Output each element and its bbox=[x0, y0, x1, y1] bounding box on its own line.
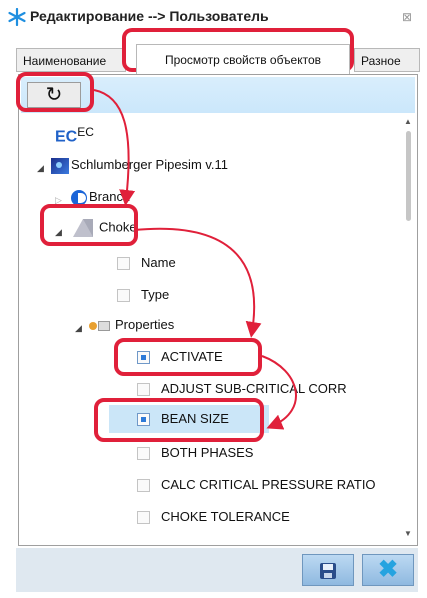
tab-object-properties[interactable]: Просмотр свойств объектов bbox=[136, 44, 350, 74]
type-checkbox[interactable] bbox=[117, 289, 130, 302]
tree-node-ec-label: EC bbox=[77, 125, 94, 139]
activate-checkbox[interactable] bbox=[137, 351, 150, 364]
refresh-icon: ↻ bbox=[45, 84, 63, 106]
cancel-button[interactable]: ✖ bbox=[362, 554, 414, 586]
ec-icon: EC bbox=[55, 128, 78, 146]
tree-node-ec[interactable]: ECEC bbox=[55, 125, 94, 146]
save-button[interactable] bbox=[302, 554, 354, 586]
expand-properties-icon[interactable]: ◢ bbox=[75, 323, 82, 334]
scroll-up-icon[interactable]: ▲ bbox=[404, 117, 412, 126]
properties-icon bbox=[89, 320, 113, 332]
name-checkbox[interactable] bbox=[117, 257, 130, 270]
property-adjust-sub-critical-corr-label: ADJUST SUB-CRITICAL CORR bbox=[161, 381, 347, 396]
adjust-sub-critical-corr-checkbox[interactable] bbox=[137, 383, 150, 396]
object-tree: ECEC ◢ Schlumberger Pipesim v.11 ▷ Branc… bbox=[21, 115, 399, 543]
app-snowflake-icon bbox=[8, 8, 26, 26]
tab-misc[interactable]: Разное bbox=[354, 48, 420, 72]
branch-icon bbox=[71, 189, 87, 206]
tree-node-pipesim[interactable]: Schlumberger Pipesim v.11 bbox=[51, 157, 228, 174]
tree-scrollbar[interactable]: ▲ ▼ bbox=[401, 115, 415, 543]
tab-naming[interactable]: Наименование bbox=[16, 48, 126, 72]
refresh-button[interactable]: ↻ bbox=[27, 82, 81, 108]
tree-node-pipesim-label: Schlumberger Pipesim v.11 bbox=[71, 157, 229, 172]
pipesim-icon bbox=[51, 157, 69, 174]
tree-node-type-label: Type bbox=[141, 287, 170, 302]
scroll-thumb[interactable] bbox=[406, 131, 411, 221]
property-choke-tolerance-label: CHOKE TOLERANCE bbox=[161, 509, 290, 524]
tree-node-name-label: Name bbox=[141, 255, 176, 270]
both-phases-checkbox[interactable] bbox=[137, 447, 150, 460]
tree-node-properties-label: Properties bbox=[115, 317, 175, 332]
panel-toolbar: ↻ bbox=[21, 77, 415, 113]
property-both-phases-label: BOTH PHASES bbox=[161, 445, 254, 460]
tree-node-branch-label: Branch bbox=[89, 189, 131, 204]
save-icon bbox=[320, 562, 336, 579]
choke-icon bbox=[73, 219, 93, 237]
property-bean-size-label: BEAN SIZE bbox=[161, 411, 229, 426]
expand-branch-icon[interactable]: ▷ bbox=[55, 195, 62, 206]
property-activate-label: ACTIVATE bbox=[161, 349, 223, 364]
properties-panel: ↻ ECEC ◢ Schlumberger Pipesim v.11 ▷ Bra… bbox=[18, 74, 418, 546]
window-title: Редактирование --> Пользователь bbox=[30, 8, 269, 24]
tab-strip: Наименование Просмотр свойств объектов Р… bbox=[16, 40, 420, 74]
bean-size-checkbox[interactable] bbox=[137, 413, 150, 426]
close-icon[interactable]: ⊠ bbox=[402, 10, 412, 24]
calc-critical-pressure-ratio-checkbox[interactable] bbox=[137, 479, 150, 492]
editor-window: Редактирование --> Пользователь ⊠ Наимен… bbox=[2, 2, 424, 596]
scroll-down-icon[interactable]: ▼ bbox=[404, 529, 412, 538]
choke-tolerance-checkbox[interactable] bbox=[137, 511, 150, 524]
expand-choke-icon[interactable]: ◢ bbox=[55, 227, 62, 238]
tree-node-choke[interactable]: Choke bbox=[73, 219, 137, 237]
dialog-footer: ✖ bbox=[16, 548, 418, 592]
tree-node-choke-label: Choke bbox=[99, 219, 137, 235]
title-bar: Редактирование --> Пользователь ⊠ bbox=[2, 2, 424, 32]
tree-node-branch[interactable]: Branch bbox=[71, 189, 130, 206]
expand-pipesim-icon[interactable]: ◢ bbox=[37, 163, 44, 174]
property-calc-critical-pressure-ratio-label: CALC CRITICAL PRESSURE RATIO bbox=[161, 477, 376, 492]
tree-node-properties[interactable]: Properties bbox=[89, 317, 174, 332]
cancel-icon: ✖ bbox=[377, 556, 399, 583]
